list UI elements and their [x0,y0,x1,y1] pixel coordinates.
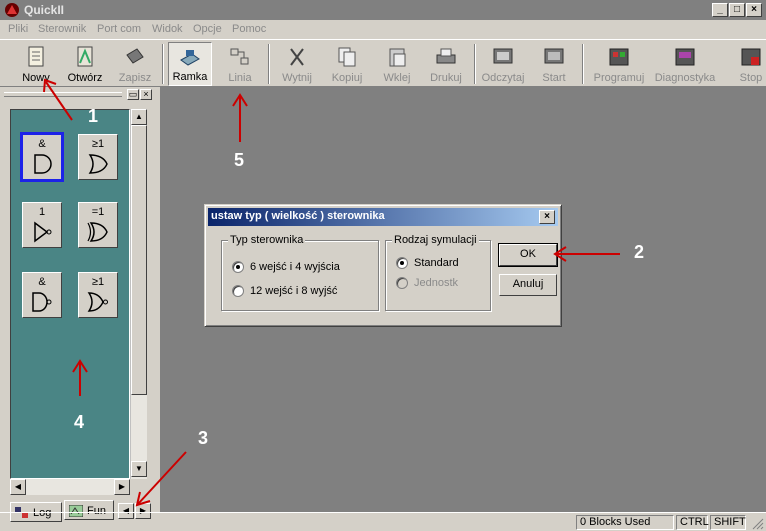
group-controller-type-caption: Typ sterownika [228,234,306,246]
nor-gate-icon [87,292,108,312]
menu-widok[interactable]: Widok [152,23,183,35]
radio-12-inputs[interactable] [232,285,244,297]
app-icon [5,3,19,17]
annotation-2: 2 [634,242,645,262]
status-blocks-used: 0 Blocks Used [576,515,674,530]
dock-restore-button[interactable]: ▭ [127,89,139,100]
menu-opcje[interactable]: Opcje [193,23,222,35]
radio-standard[interactable] [396,257,408,269]
radio-6-inputs-label[interactable]: 6 wejść i 4 wyjścia [250,261,340,273]
radio-jednostk[interactable] [396,277,408,289]
frame-icon [180,50,200,66]
controller-type-dialog: ustaw typ ( wielkość ) sterownika × Typ … [204,204,562,327]
cut-icon [290,48,304,66]
annotation-4: 4 [74,412,85,432]
gate-and[interactable]: & [20,132,64,182]
menu-bar: Pliki Sterownik Port com Widok Opcje Pom… [0,20,766,39]
dialog-close-icon[interactable]: × [539,210,555,224]
program-button[interactable]: Programuj [590,42,648,86]
scroll-down-arrow-icon[interactable]: ▼ [131,461,147,477]
read-device-icon [493,48,513,64]
start-icon [544,48,564,64]
status-bar: 0 Blocks Used CTRL SHIFT [0,512,766,531]
nand-gate-icon [32,292,52,312]
toolbar-separator [268,44,270,84]
diagnostics-button[interactable]: Diagnostyka [652,42,718,86]
menu-pliki[interactable]: Pliki [8,23,28,35]
dialog-title-bar: ustaw typ ( wielkość ) sterownika × [208,208,558,226]
radio-12-inputs-label[interactable]: 12 wejść i 8 wyjść [250,285,337,297]
group-simulation-type: Rodzaj symulacji Standard Jednostk [385,234,491,311]
gate-nand[interactable]: & [22,272,62,318]
menu-pomoc[interactable]: Pomoc [232,23,266,35]
scroll-thumb[interactable] [131,125,147,395]
and-gate-icon [34,154,52,174]
dock-grip[interactable] [4,92,122,97]
gate-not[interactable]: 1 [22,202,62,248]
title-bar: QuickII _ □ × [0,0,766,20]
new-button[interactable]: Nowy [16,42,56,86]
gate-xor[interactable]: =1 [78,202,118,248]
or-gate-icon [88,154,108,174]
line-button[interactable]: Linia [220,42,260,86]
print-button[interactable]: Drukuj [424,42,468,86]
save-icon [126,48,144,64]
print-icon [436,48,456,64]
frame-button[interactable]: Ramka [168,42,212,86]
function-palette-dock: ▭ × & ≥1 1 =1 & ≥1 ▲ ▼ ◀ ▶ Log Fun ◀ ▶ [0,87,160,527]
status-ctrl: CTRL [676,515,709,530]
scroll-left-arrow-icon[interactable]: ◀ [10,479,26,495]
resize-grip-icon[interactable] [750,516,764,530]
radio-standard-label[interactable]: Standard [414,257,459,269]
annotation-5: 5 [234,150,245,170]
toolbar-separator [162,44,164,84]
open-file-icon [77,46,93,67]
minimize-button[interactable]: _ [712,3,728,17]
ok-button[interactable]: OK [498,243,558,267]
group-simulation-caption: Rodzaj symulacji [392,234,479,246]
stop-button[interactable]: Stop [736,42,766,86]
copy-button[interactable]: Kopiuj [326,42,368,86]
diagnostics-icon [675,48,695,66]
annotation-3: 3 [198,428,209,448]
scroll-up-arrow-icon[interactable]: ▲ [131,109,147,125]
cancel-button[interactable]: Anuluj [499,274,557,296]
gate-palette: & ≥1 1 =1 & ≥1 [10,109,130,479]
dock-close-button[interactable]: × [140,89,152,100]
dialog-title: ustaw typ ( wielkość ) sterownika [211,210,385,222]
close-button[interactable]: × [746,3,762,17]
xor-gate-icon [87,222,108,242]
cut-button[interactable]: Wytnij [276,42,318,86]
program-icon [609,48,629,66]
line-icon [230,48,249,65]
gate-nor[interactable]: ≥1 [78,272,118,318]
start-button[interactable]: Start [534,42,574,86]
status-shift: SHIFT [710,515,746,530]
radio-6-inputs[interactable] [232,261,244,273]
maximize-button[interactable]: □ [729,3,745,17]
toolbar: Nowy Otwórz Zapisz Ramka Linia Wytnij Ko… [0,39,766,87]
stop-icon [741,48,761,66]
window-title: QuickII [24,3,65,17]
not-gate-icon [34,221,52,243]
radio-jednostk-label[interactable]: Jednostk [414,277,458,289]
copy-icon [338,47,356,67]
open-button[interactable]: Otwórz [64,42,106,86]
new-document-icon [28,46,44,67]
palette-vertical-scrollbar[interactable]: ▲ ▼ [130,109,147,479]
menu-sterownik[interactable]: Sterownik [38,23,86,35]
scroll-right-arrow-icon[interactable]: ▶ [114,479,130,495]
group-controller-type: Typ sterownika 6 wejść i 4 wyjścia 12 we… [221,234,379,311]
gate-or[interactable]: ≥1 [78,134,118,180]
paste-icon [389,48,406,67]
toolbar-separator [474,44,476,84]
read-button[interactable]: Odczytaj [478,42,528,86]
palette-horizontal-scrollbar[interactable]: ◀ ▶ [10,479,130,495]
save-button[interactable]: Zapisz [114,42,156,86]
menu-port-com[interactable]: Port com [97,23,141,35]
paste-button[interactable]: Wklej [376,42,418,86]
toolbar-separator [582,44,584,84]
annotation-1: 1 [88,106,99,126]
